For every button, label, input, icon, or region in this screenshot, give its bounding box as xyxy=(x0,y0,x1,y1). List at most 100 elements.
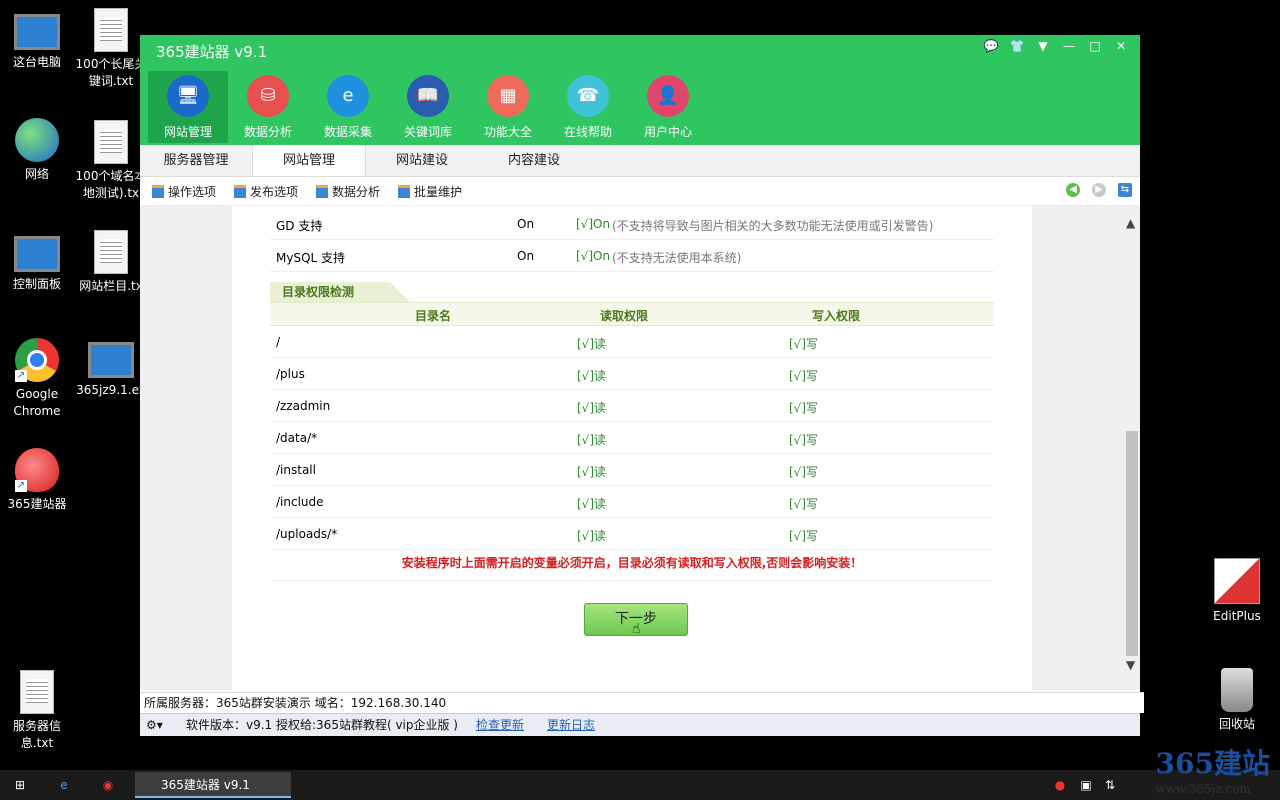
toolbar-batch-maintenance[interactable]: 批量维护 xyxy=(398,183,462,200)
desktop-file-3[interactable]: 365jz9.1.ex xyxy=(74,336,148,399)
app-window: 365建站器 v9.1 💬 👕 ▼ — □ ✕ 🖥 网站管理 ⛁ 数据分析 e 数据采集 📖… xyxy=(140,35,1144,736)
watermark-logo: 365建站 www.365jz.com xyxy=(1155,747,1270,796)
taskbar-app-365[interactable]: 365建站器 v9.1 xyxy=(135,772,291,798)
settings-icon[interactable]: ⚙▾ xyxy=(146,714,163,736)
desktop-icon-5[interactable]: 服务器信息.txt xyxy=(0,670,74,752)
desktop-icon-3[interactable]: ↗ Google Chrome xyxy=(0,338,74,420)
toolbar-operation-options[interactable]: 操作选项 xyxy=(152,183,216,200)
tab-site-management[interactable]: 网站管理 xyxy=(252,145,366,176)
installer-icon xyxy=(88,342,134,378)
nav-icon-4: ▦ xyxy=(487,75,529,117)
scroll-down-icon[interactable]: ▼ xyxy=(1126,658,1135,672)
toolbar-publish-options[interactable]: 发布选项 xyxy=(234,183,298,200)
tray-app-icon[interactable]: ▣ xyxy=(1076,770,1096,800)
table-header: 目录名 读取权限 写入权限 xyxy=(270,302,994,326)
update-log-link[interactable]: 更新日志 xyxy=(547,714,595,736)
close-button[interactable]: ✕ xyxy=(1112,39,1130,53)
sub-tabs: 服务器管理 网站管理 网站建设 内容建设 xyxy=(140,145,1140,177)
desktop-icon-1[interactable]: 网络 xyxy=(0,118,74,183)
desktop-icon-recycle-bin[interactable]: 回收站 xyxy=(1200,668,1274,733)
start-button[interactable]: ⊞ xyxy=(0,770,40,800)
refresh-icon[interactable]: ⇆ xyxy=(1118,183,1132,197)
server-status-bar: 所属服务器：365站群安装演示 域名：192.168.30.140 xyxy=(140,692,1144,713)
skin-icon[interactable]: 👕 xyxy=(1008,39,1026,53)
nav-item-0[interactable]: 🖥 网站管理 xyxy=(148,71,228,143)
version-status-bar: ⚙▾ 软件版本：v9.1 授权给:365站群教程( vip企业版 ) 检查更新 … xyxy=(140,713,1140,736)
text-file-icon xyxy=(94,120,128,164)
dir-row: /install [√]读 [√]写 xyxy=(270,454,994,486)
desktop-file-0[interactable]: 100个长尾关键词.txt xyxy=(74,8,148,90)
toolbar: 操作选项 发布选项 数据分析 批量维护 ◀ ▶ ⇆ xyxy=(140,177,1140,206)
desktop-file-1[interactable]: 100个域名本地测试).tx xyxy=(74,120,148,202)
dir-row: /uploads/* [√]读 [√]写 xyxy=(270,518,994,550)
dir-row: /data/* [√]读 [√]写 xyxy=(270,422,994,454)
forward-icon[interactable]: ▶ xyxy=(1092,183,1106,197)
install-check-panel: GD 支持 On [√]On (不支持将导致与图片相关的大多数功能无法使用或引发… xyxy=(232,206,1032,690)
chrome-icon: ↗ xyxy=(15,338,59,382)
window-icon xyxy=(316,184,329,198)
chrome-icon[interactable]: ◉ xyxy=(88,770,128,800)
menu-icon[interactable]: ▼ xyxy=(1034,39,1052,53)
nav-item-4[interactable]: ▦ 功能大全 xyxy=(468,71,548,143)
check-update-link[interactable]: 检查更新 xyxy=(476,714,524,736)
monitor-icon xyxy=(14,236,60,272)
scrollbar[interactable]: ▲ ▼ xyxy=(1124,206,1140,690)
dir-row: / [√]读 [√]写 xyxy=(270,326,994,358)
nav-item-1[interactable]: ⛁ 数据分析 xyxy=(228,71,308,143)
doc-icon xyxy=(20,670,54,714)
recycle-bin-icon xyxy=(1221,668,1253,712)
title-bar: 365建站器 v9.1 💬 👕 ▼ — □ ✕ 🖥 网站管理 ⛁ 数据分析 e 数据采集 📖… xyxy=(140,35,1140,145)
dir-row: /zzadmin [√]读 [√]写 xyxy=(270,390,994,422)
nav-item-2[interactable]: e 数据采集 xyxy=(308,71,388,143)
main-nav: 🖥 网站管理 ⛁ 数据分析 e 数据采集 📖 关键词库 ▦ 功能大全 ☎ 在线帮助 👤 用户中心 xyxy=(148,71,708,143)
editplus-icon xyxy=(1214,558,1260,604)
desktop-file-2[interactable]: 网站栏目.tx xyxy=(74,230,148,295)
desktop-icon-2[interactable]: 控制面板 xyxy=(0,230,74,293)
back-icon[interactable]: ◀ xyxy=(1066,183,1080,197)
scroll-up-icon[interactable]: ▲ xyxy=(1126,216,1135,230)
window-icon xyxy=(234,184,247,198)
nav-item-3[interactable]: 📖 关键词库 xyxy=(388,71,468,143)
env-row-gd: GD 支持 On [√]On (不支持将导致与图片相关的大多数功能无法使用或引发… xyxy=(270,208,994,240)
tray-apple-icon[interactable]: ● xyxy=(1050,770,1070,800)
nav-icon-0: 🖥 xyxy=(167,75,209,117)
taskbar: ⊞ e ◉ 365建站器 v9.1 ● ▣ ⇅ xyxy=(0,770,1280,800)
text-file-icon xyxy=(94,230,128,274)
window-icon xyxy=(152,184,164,198)
tab-content-building[interactable]: 内容建设 xyxy=(478,145,590,176)
nav-icon-5: ☎ xyxy=(567,75,609,117)
nav-icon-1: ⛁ xyxy=(247,75,289,117)
tab-site-building[interactable]: 网站建设 xyxy=(366,145,478,176)
feedback-icon[interactable]: 💬 xyxy=(982,39,1000,53)
maximize-button[interactable]: □ xyxy=(1086,39,1104,53)
tray-network-icon[interactable]: ⇅ xyxy=(1100,770,1120,800)
tab-server-management[interactable]: 服务器管理 xyxy=(140,145,252,176)
window-icon xyxy=(398,184,411,198)
app-title: 365建站器 v9.1 xyxy=(156,43,268,61)
desktop-icon-0[interactable]: 这台电脑 xyxy=(0,8,74,71)
window-controls: 💬 👕 ▼ — □ ✕ xyxy=(982,39,1130,53)
apple-icon: ↗ xyxy=(15,448,59,492)
toolbar-data-analysis[interactable]: 数据分析 xyxy=(316,183,380,200)
shortcut-arrow-icon: ↗ xyxy=(15,480,27,492)
scroll-thumb[interactable] xyxy=(1126,431,1138,656)
hand-cursor-icon: ☝ xyxy=(632,621,641,637)
nav-icon-3: 📖 xyxy=(407,75,449,117)
ie-icon[interactable]: e xyxy=(44,770,84,800)
nav-icon-6: 👤 xyxy=(647,75,689,117)
nav-icon-2: e xyxy=(327,75,369,117)
desktop-icon-4[interactable]: ↗ 365建站器 xyxy=(0,448,74,513)
section-title: 目录权限检测 xyxy=(270,282,410,302)
text-file-icon xyxy=(94,8,128,52)
warning-text: 安装程序时上面需开启的变量必须开启，目录必须有读取和写入权限,否则会影响安装！ xyxy=(270,552,994,581)
desktop-icon-editplus[interactable]: EditPlus xyxy=(1200,558,1274,625)
browser-nav: ◀ ▶ ⇆ xyxy=(1066,183,1132,197)
shortcut-arrow-icon: ↗ xyxy=(15,370,27,382)
nav-item-6[interactable]: 👤 用户中心 xyxy=(628,71,708,143)
monitor-icon xyxy=(14,14,60,50)
minimize-button[interactable]: — xyxy=(1060,39,1078,53)
env-row-mysql: MySQL 支持 On [√]On (不支持无法使用本系统) xyxy=(270,240,994,272)
nav-item-5[interactable]: ☎ 在线帮助 xyxy=(548,71,628,143)
globe-icon xyxy=(15,118,59,162)
dir-row: /include [√]读 [√]写 xyxy=(270,486,994,518)
